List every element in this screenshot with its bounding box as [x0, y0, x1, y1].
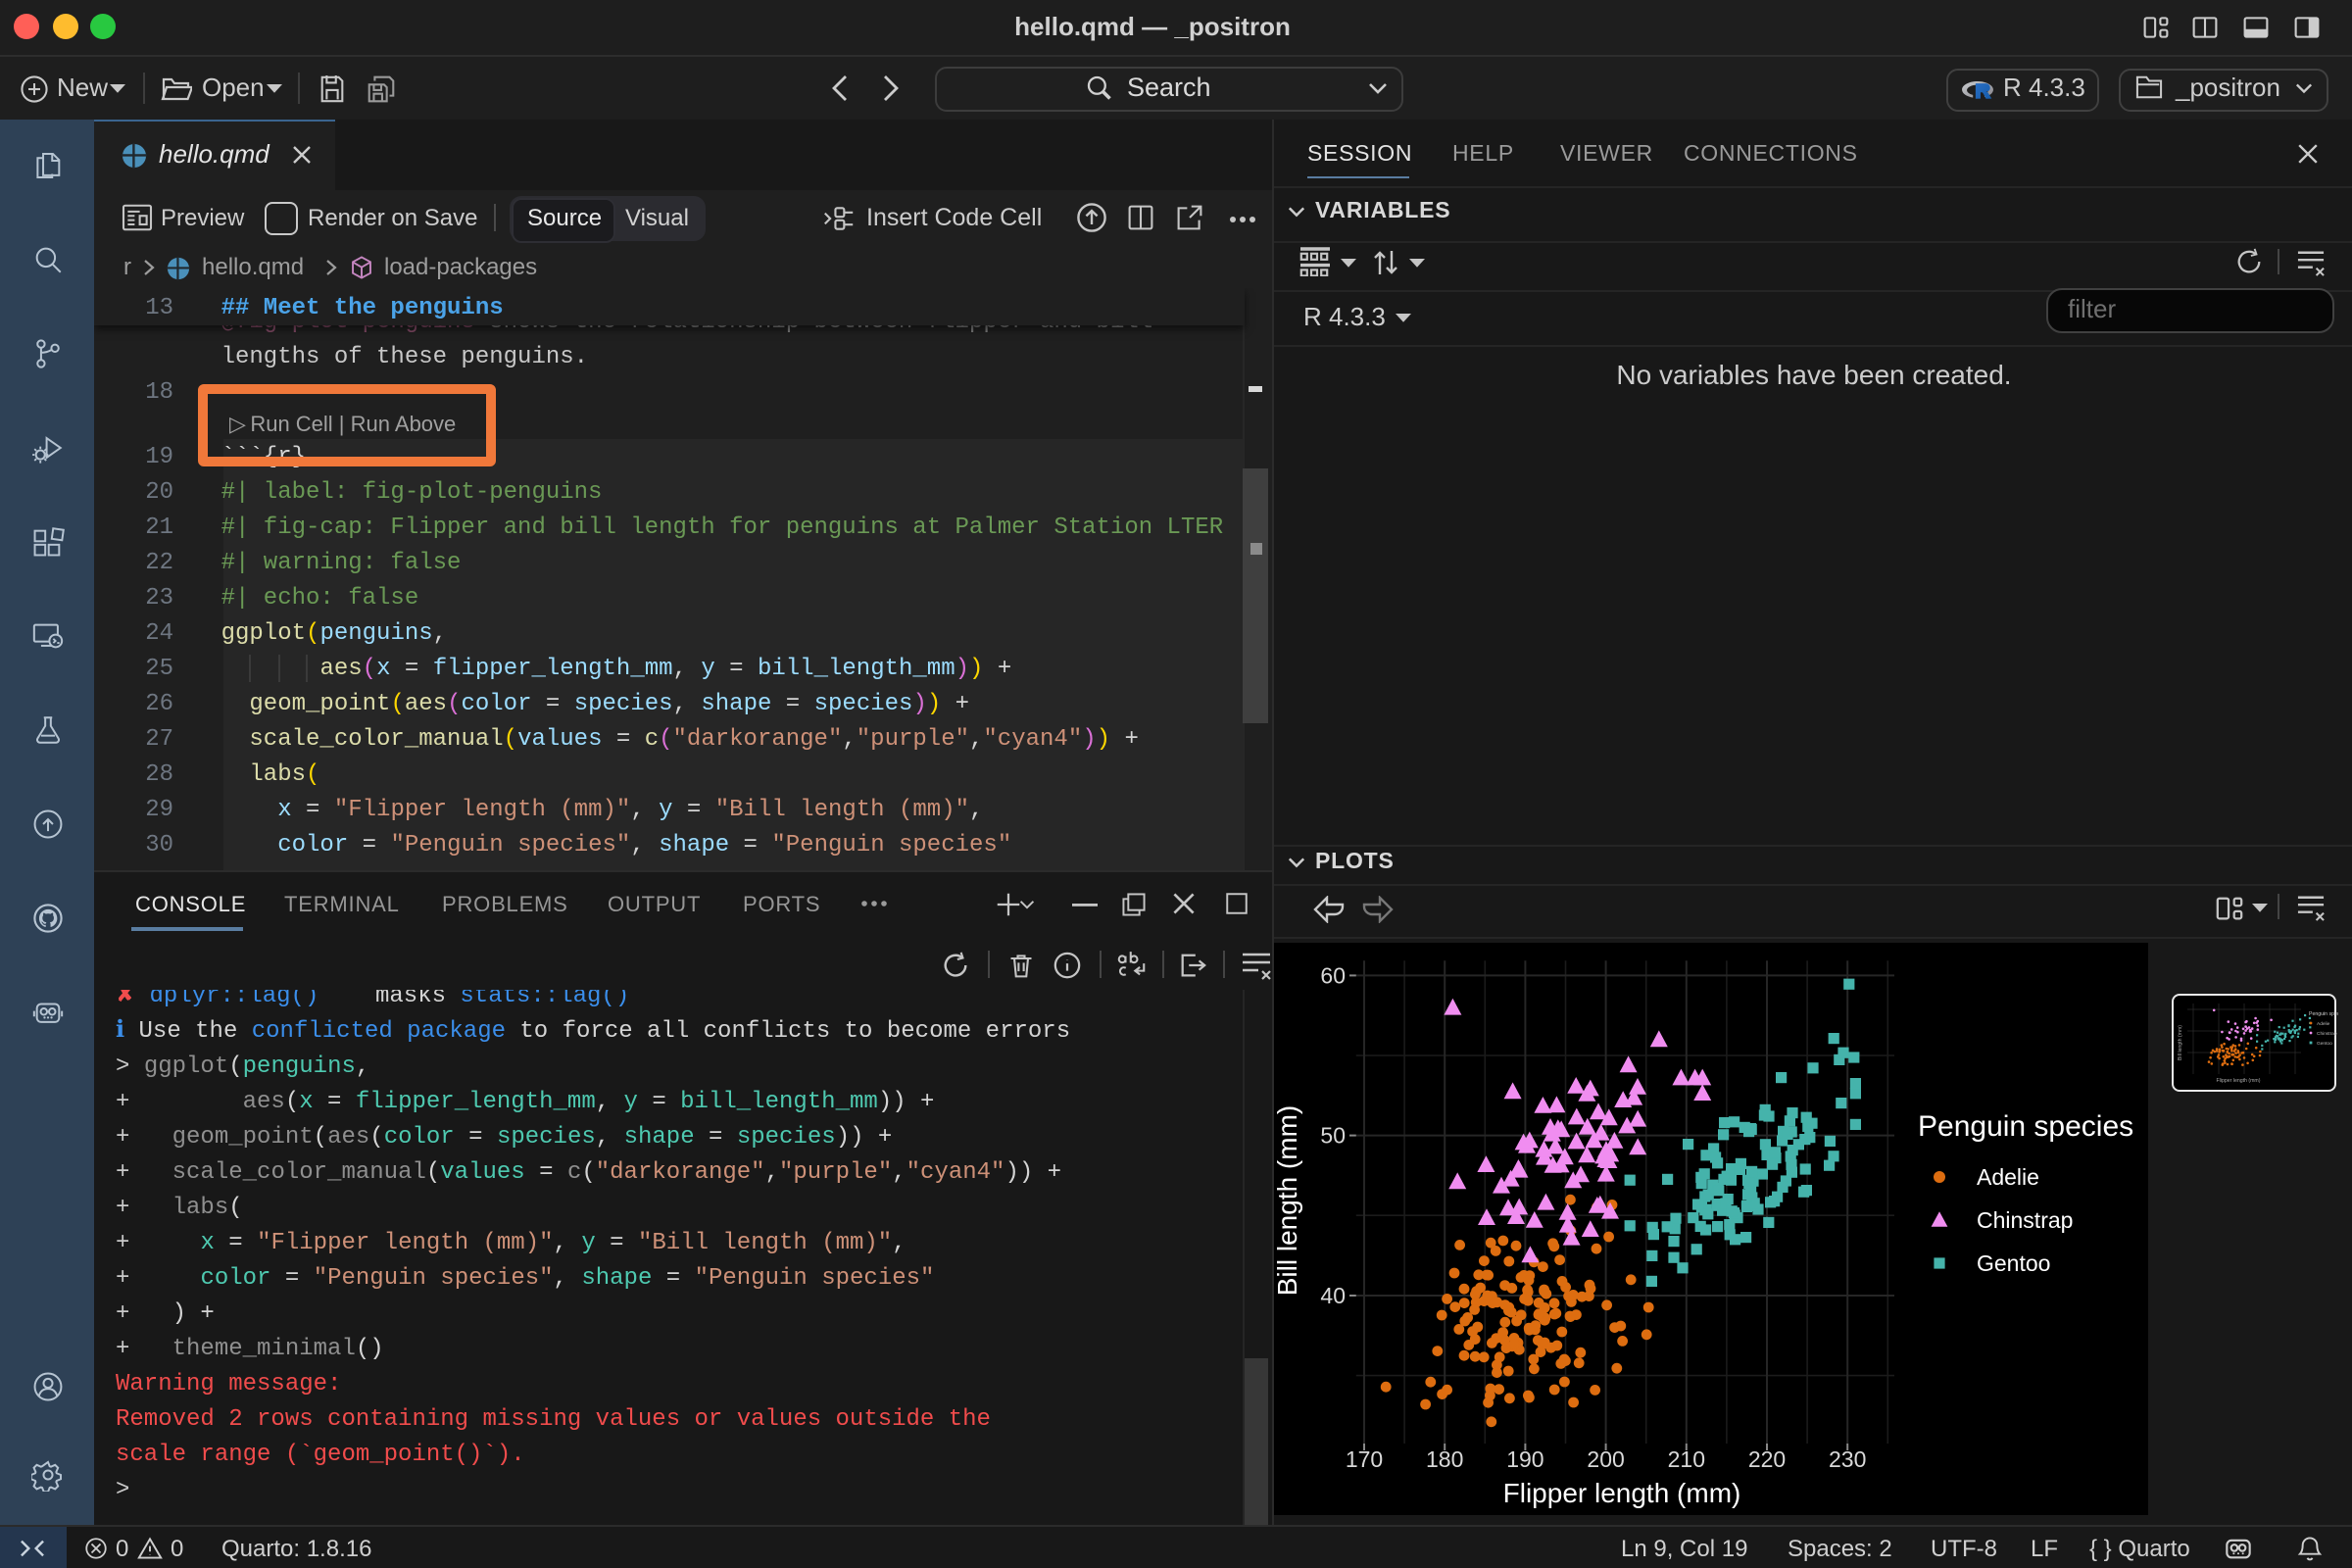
svg-text:Penguin species: Penguin species: [1917, 1109, 2132, 1142]
svg-text:180: 180: [1425, 1446, 1462, 1471]
svg-text:Chinstrap: Chinstrap: [1976, 1206, 2072, 1232]
svg-text:Chinstrap: Chinstrap: [2317, 1030, 2337, 1036]
svg-text:60: 60: [1319, 961, 1345, 987]
svg-text:200: 200: [1586, 1446, 1623, 1471]
svg-text:Flipper length (mm): Flipper length (mm): [2217, 1077, 2261, 1083]
svg-text:50: 50: [1319, 1122, 1345, 1148]
svg-text:230: 230: [1828, 1446, 1865, 1471]
svg-text:Adelie: Adelie: [2317, 1020, 2330, 1026]
svg-text:Bill length (mm): Bill length (mm): [2178, 1024, 2183, 1059]
svg-text:Bill length (mm): Bill length (mm): [1273, 1104, 1301, 1295]
svg-text:210: 210: [1667, 1446, 1704, 1471]
svg-text:220: 220: [1747, 1446, 1785, 1471]
svg-text:Gentoo: Gentoo: [1976, 1250, 2049, 1275]
svg-text:Adelie: Adelie: [1976, 1163, 2038, 1189]
svg-text:170: 170: [1345, 1446, 1382, 1471]
svg-text:Flipper length (mm): Flipper length (mm): [1502, 1477, 1740, 1507]
svg-text:Gentoo: Gentoo: [2317, 1040, 2332, 1046]
svg-text:40: 40: [1319, 1282, 1345, 1307]
svg-text:Penguin species: Penguin species: [2309, 1010, 2338, 1016]
svg-text:190: 190: [1505, 1446, 1543, 1471]
